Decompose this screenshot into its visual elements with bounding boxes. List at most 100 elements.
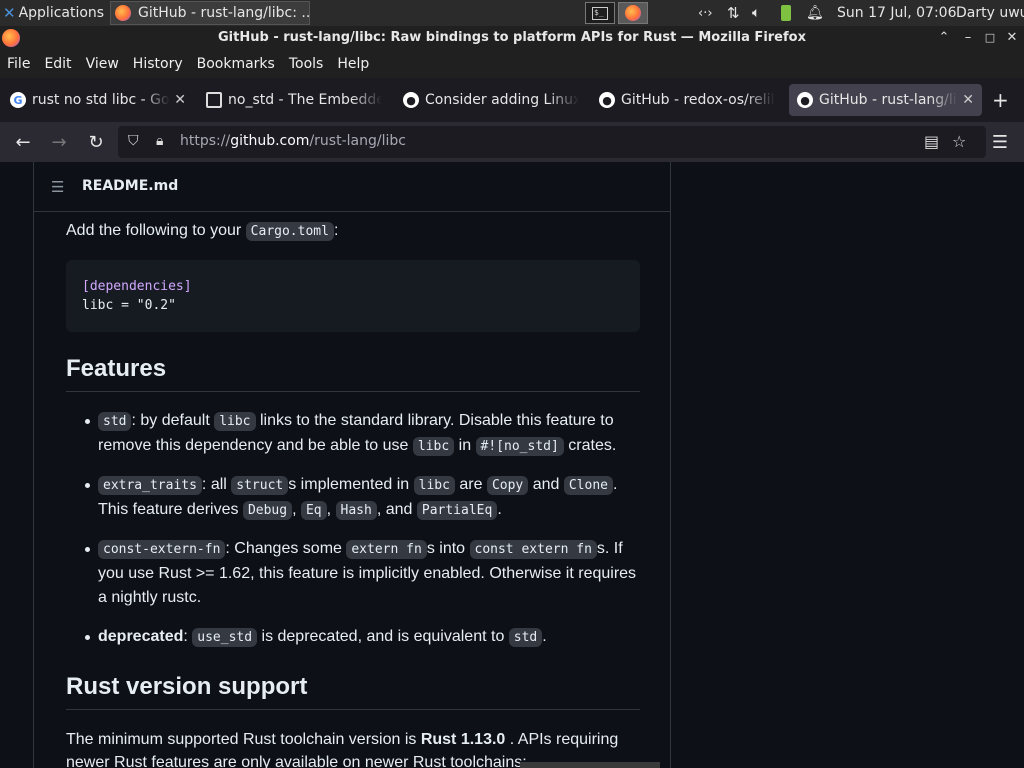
url-bar[interactable]: ⛉ 🔒︎ https://github.com/rust-lang/libc ▤… (118, 126, 986, 158)
inline-code: const extern fn (469, 540, 597, 559)
readme-header: ☰ README.md (34, 162, 670, 212)
network-code-icon[interactable]: ‹·› (698, 0, 713, 26)
new-tab-plus-icon[interactable]: + (992, 88, 1009, 112)
inline-code: const-extern-fn (98, 540, 226, 559)
github-icon: ● (797, 92, 813, 108)
code-line: libc = "0.2" (82, 298, 176, 313)
inline-code: Hash (335, 501, 377, 520)
bookmark-star-icon[interactable]: ☆ (952, 132, 966, 151)
rust-version-heading: Rust version support (66, 673, 640, 710)
tab-label: rust no std libc - Google Search (32, 92, 170, 108)
reader-view-icon[interactable]: ▤ (924, 132, 939, 151)
applications-menu[interactable]: ✕ Applications (0, 0, 108, 26)
inline-code: Clone (563, 476, 613, 495)
tab-label: Consider adding Linux support (425, 92, 579, 108)
tab-label: GitHub - rust-lang/libc (819, 92, 959, 108)
tab-relibc[interactable]: ● GitHub - redox-os/relibc (591, 84, 783, 116)
tab-strip: G rust no std libc - Google Search ✕ no_… (0, 78, 1024, 122)
inline-code: std (508, 628, 543, 647)
inline-code: libc (412, 437, 455, 456)
lock-icon[interactable]: 🔒︎ (156, 133, 163, 149)
inline-code: struct (231, 476, 289, 495)
code-block: [dependencies] libc = "0.2" (66, 260, 640, 332)
taskbar-window-title: GitHub - rust-lang/libc: ... (138, 5, 310, 21)
xfce-logo-icon: ✕ (3, 4, 16, 22)
tab-close-icon[interactable]: ✕ (174, 92, 186, 108)
menu-help[interactable]: Help (337, 56, 369, 72)
menu-bookmarks[interactable]: Bookmarks (197, 56, 275, 72)
url-text[interactable]: https://github.com/rust-lang/libc (180, 133, 406, 149)
taskbar-window-button[interactable]: GitHub - rust-lang/libc: ... (110, 1, 310, 25)
firefox-logo-icon (2, 29, 20, 47)
readme-file-name: README.md (82, 178, 179, 194)
readme-panel: ☰ README.md Add the following to your Ca… (33, 162, 671, 768)
outline-list-icon[interactable]: ☰ (51, 178, 64, 196)
window-title: GitHub - rust-lang/libc: Raw bindings to… (218, 30, 806, 45)
inline-code: extern fn (346, 540, 427, 559)
google-icon: G (10, 92, 26, 108)
inline-code: extra_traits (98, 476, 202, 495)
tab-libc-active[interactable]: ● GitHub - rust-lang/libc ✕ (789, 84, 982, 116)
menu-view[interactable]: View (86, 56, 119, 72)
github-icon: ● (599, 92, 615, 108)
inline-code: libc (413, 476, 455, 495)
menu-edit[interactable]: Edit (44, 56, 71, 72)
list-item: std: by default libc links to the standa… (85, 409, 658, 459)
forward-arrow-icon[interactable]: → (47, 130, 71, 154)
volume-icon[interactable]: 🔈︎ (752, 0, 760, 26)
tab-embedded-book[interactable]: no_std - The Embedded Rust Book (198, 84, 390, 116)
menu-tools[interactable]: Tools (289, 56, 324, 72)
maximize-icon[interactable]: □ (980, 26, 1000, 50)
menu-history[interactable]: History (133, 56, 183, 72)
tab-close-icon[interactable]: ✕ (962, 92, 974, 108)
system-taskbar: ✕ Applications GitHub - rust-lang/libc: … (0, 0, 1024, 26)
firefox-icon (115, 5, 131, 21)
menu-file[interactable]: File (7, 56, 30, 72)
network-updown-icon[interactable]: ⇅ (727, 0, 740, 26)
inline-code: Copy (486, 476, 529, 495)
code-line: [dependencies] (82, 279, 192, 294)
workspace-firefox[interactable] (618, 2, 648, 24)
horizontal-scrollbar[interactable] (520, 762, 660, 768)
inline-code: PartialEq (416, 501, 498, 520)
tab-linux-support[interactable]: ● Consider adding Linux support (395, 84, 587, 116)
terminal-icon: $_ (592, 6, 608, 20)
page-content: ☰ README.md Add the following to your Ca… (0, 162, 1024, 768)
features-heading: Features (66, 355, 640, 392)
inline-code: std (98, 412, 132, 431)
navigation-bar: ← → ↻ ⛉ 🔒︎ https://github.com/rust-lang/… (0, 122, 1024, 162)
applications-label: Applications (18, 5, 105, 21)
inline-code: Eq (300, 501, 327, 520)
shield-icon[interactable]: ⛉ (128, 133, 139, 149)
add-dependency-text: Add the following to your Cargo.toml: (66, 222, 339, 241)
github-icon: ● (403, 92, 419, 108)
hamburger-menu-icon[interactable]: ☰ (988, 130, 1012, 154)
inline-code: libc (214, 412, 256, 431)
inline-code: Cargo.toml (245, 222, 334, 241)
list-item: const-extern-fn: Changes some extern fn s… (85, 537, 658, 610)
inline-code: use_std (192, 628, 258, 647)
chevron-up-icon[interactable]: ⌃ (934, 26, 954, 50)
close-icon[interactable]: ✕ (1002, 26, 1022, 50)
reload-icon[interactable]: ↻ (84, 130, 108, 154)
window-titlebar: GitHub - rust-lang/libc: Raw bindings to… (0, 26, 1024, 50)
tab-google-search[interactable]: G rust no std libc - Google Search ✕ (2, 84, 194, 116)
clock[interactable]: Sun 17 Jul, 07:06 (837, 0, 957, 26)
rust-version-paragraph-2: newer Rust features are only available o… (66, 754, 527, 768)
minimize-icon[interactable]: – (958, 26, 978, 50)
workspace-terminal[interactable]: $_ (585, 2, 615, 24)
list-item: deprecated: use_std is deprecated, and i… (85, 625, 658, 650)
inline-code: Debug (242, 501, 293, 520)
battery-icon[interactable] (781, 0, 791, 26)
tab-label: GitHub - redox-os/relibc (621, 92, 775, 108)
tab-label: no_std - The Embedded Rust Book (228, 92, 382, 108)
rust-version-paragraph: The minimum supported Rust toolchain ver… (66, 731, 619, 748)
list-item: extra_traits: all struct s implemented in… (85, 473, 658, 523)
book-icon (206, 92, 222, 108)
notification-bell-icon[interactable]: 🔔︎ (806, 0, 824, 26)
menu-bar: File Edit View History Bookmarks Tools H… (0, 50, 1024, 78)
firefox-icon (625, 5, 641, 21)
back-arrow-icon[interactable]: ← (11, 130, 35, 154)
user-name[interactable]: Darty uwu (956, 0, 1024, 26)
inline-code: #![no_std] (475, 437, 564, 456)
